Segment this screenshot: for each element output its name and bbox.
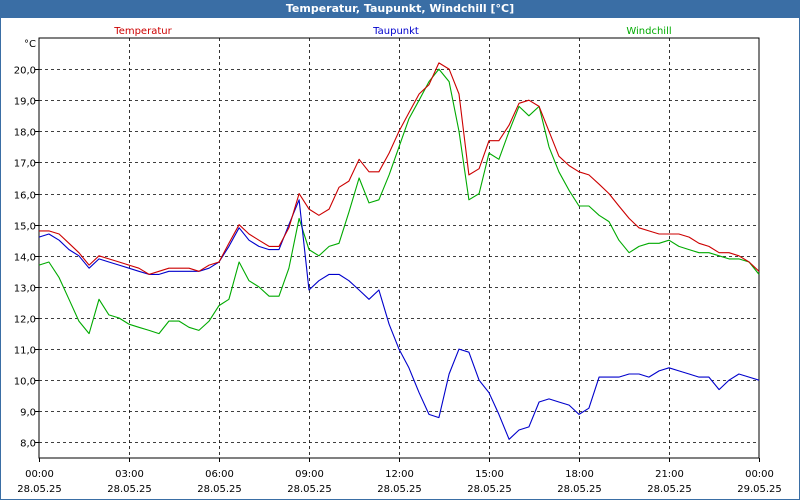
legend-label-windchill: Windchill (626, 26, 671, 37)
x-tick-date-label: 28.05.25 (557, 484, 602, 495)
y-tick-label: 14,0 (14, 253, 36, 264)
taupunkt-line (38, 199, 760, 440)
x-tick-date-label: 28.05.25 (377, 484, 422, 495)
y-tick-label: 19,0 (14, 97, 36, 108)
x-tick-date-label: 28.05.25 (17, 484, 62, 495)
y-tick-label: 20,0 (14, 66, 36, 77)
chart-canvas: 8,0 9,0 10,0 11,0 12,0 13,0 14,0 15,0 16,0 17,0 18… (14, 26, 782, 495)
axis-layer: 8,0 9,0 10,0 11,0 12,0 13,0 14,0 15,0 16,0 17,0 18… (14, 37, 782, 495)
x-tick-time-label: 21:00 (655, 469, 684, 480)
x-tick-date-label: 28.05.25 (107, 484, 152, 495)
plot-area-border (38, 37, 760, 459)
y-tick-label: 16,0 (14, 191, 36, 202)
x-tick-time-label: 09:00 (295, 469, 324, 480)
legend-label-taupunkt: Taupunkt (372, 26, 419, 37)
x-tick-time-label: 15:00 (475, 469, 504, 480)
x-tick-date-label: 28.05.25 (287, 484, 332, 495)
y-tick-label: 13,0 (14, 284, 36, 295)
y-tick-label: 8,0 (20, 439, 36, 450)
y-tick-label: 17,0 (14, 159, 36, 170)
y-tick-label: 12,0 (14, 315, 36, 326)
y-tick-label: 18,0 (14, 128, 36, 139)
x-tick-time-label: 03:00 (115, 469, 144, 480)
x-tick-date-label: 28.05.25 (647, 484, 692, 495)
x-tick-time-label: 12:00 (385, 469, 414, 480)
y-axis-unit-label: °C (24, 39, 36, 50)
series-layer (38, 62, 760, 440)
y-tick-label: 9,0 (20, 408, 36, 419)
legend-layer: Temperatur Taupunkt Windchill (113, 26, 671, 37)
x-tick-time-label: 00:00 (745, 469, 774, 480)
x-tick-date-label: 28.05.25 (197, 484, 242, 495)
x-tick-date-label: 29.05.25 (737, 484, 782, 495)
x-tick-time-label: 06:00 (205, 469, 234, 480)
x-tick-time-label: 00:00 (25, 469, 54, 480)
temperatur-line (39, 62, 760, 275)
windchill-line (38, 68, 760, 335)
legend-label-temperatur: Temperatur (113, 26, 172, 37)
grid-layer (39, 38, 759, 458)
y-tick-label: 11,0 (14, 346, 36, 357)
x-tick-date-label: 28.05.25 (467, 484, 512, 495)
y-tick-label: 15,0 (14, 222, 36, 233)
y-tick-label: 10,0 (14, 377, 36, 388)
x-tick-time-label: 18:00 (565, 469, 594, 480)
